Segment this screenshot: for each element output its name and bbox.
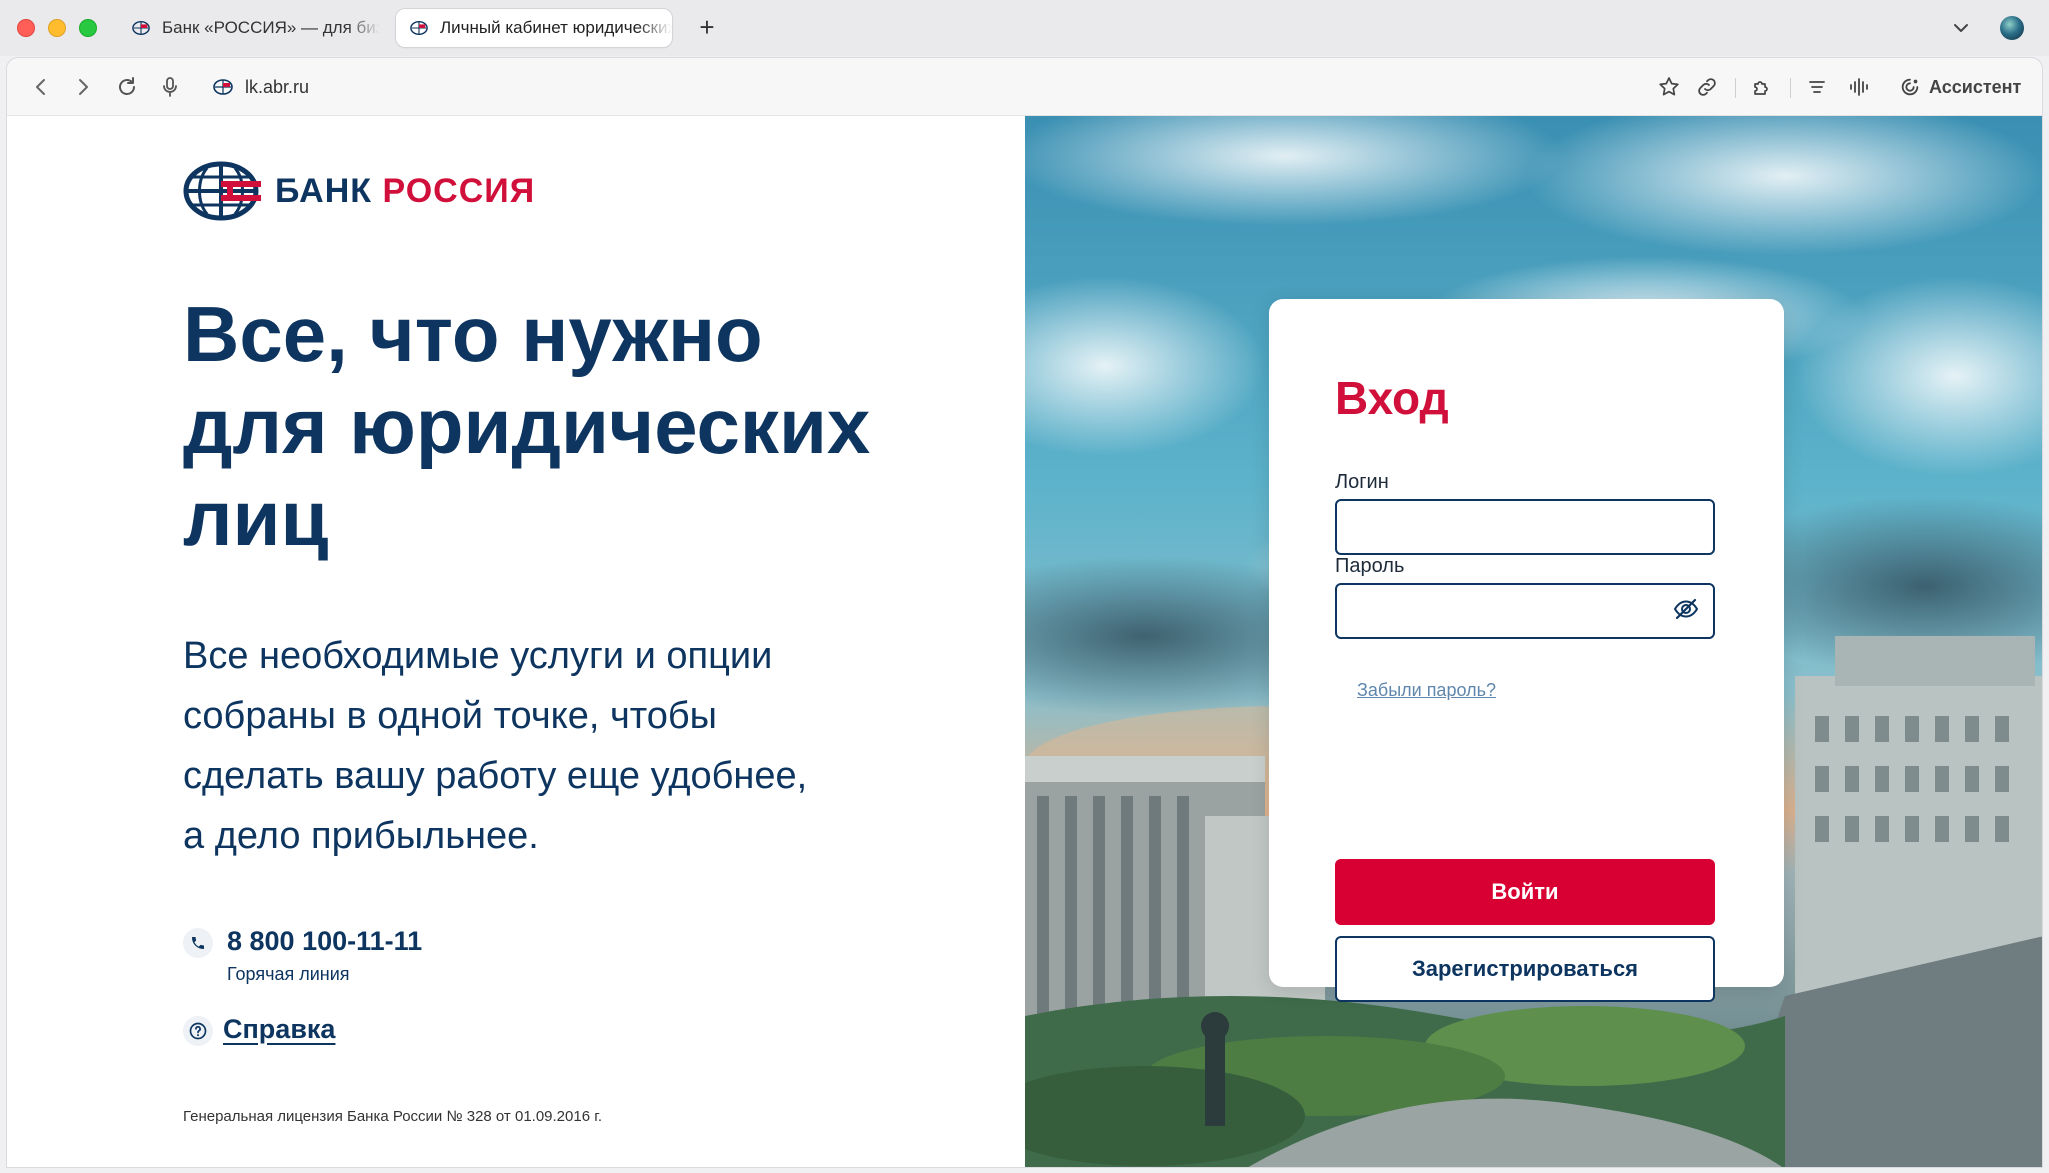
phone-icon	[183, 928, 213, 958]
help-icon	[183, 1016, 213, 1046]
voice-icon[interactable]	[1847, 75, 1871, 99]
minimize-window-button[interactable]	[48, 19, 66, 37]
login-input[interactable]	[1335, 499, 1715, 555]
bank-name-part1: БАНК	[275, 171, 373, 210]
bookmark-star-icon[interactable]	[1657, 75, 1681, 99]
toolbar-separator	[1790, 78, 1791, 98]
chevron-down-icon[interactable]	[1950, 17, 1972, 39]
web-page: БАНК РОССИЯ Все, что нужно для юридическ…	[6, 115, 2043, 1168]
password-label: Пароль	[1335, 555, 1405, 577]
login-button[interactable]: Войти	[1335, 859, 1715, 925]
forward-icon[interactable]	[71, 75, 95, 99]
headline-line: лиц	[183, 474, 329, 562]
bank-name: БАНК РОССИЯ	[275, 172, 535, 211]
headline-line: Все, что нужно	[183, 290, 763, 378]
bank-logo[interactable]: БАНК РОССИЯ	[183, 160, 535, 222]
new-tab-button[interactable]: +	[692, 13, 722, 43]
site-favicon-icon	[213, 79, 233, 95]
login-panel: Вход Логин Пароль Забыли пароль? Войти З…	[1025, 116, 2042, 1167]
lead-line: а дело прибыльнее.	[183, 815, 539, 857]
register-button[interactable]: Зарегистрироваться	[1335, 936, 1715, 1002]
login-card: Вход Логин Пароль Забыли пароль? Войти З…	[1269, 299, 1784, 1002]
help-link[interactable]: Справка	[223, 1014, 335, 1045]
login-label: Логин	[1335, 471, 1389, 493]
maximize-window-button[interactable]	[79, 19, 97, 37]
password-input[interactable]	[1335, 583, 1715, 639]
bank-globe-logo-icon	[183, 161, 261, 221]
extensions-icon[interactable]	[1750, 75, 1774, 99]
bank-favicon-icon	[410, 20, 428, 36]
login-title: Вход	[1335, 372, 1449, 424]
tab-bar: Банк «РОССИЯ» — для бизнеса Личный кабин…	[0, 0, 2049, 56]
link-icon[interactable]	[1695, 75, 1719, 99]
close-window-button[interactable]	[17, 19, 35, 37]
toolbar-separator	[1735, 78, 1736, 98]
page-headline: Все, что нужно для юридических лиц	[183, 288, 883, 564]
back-icon[interactable]	[29, 75, 53, 99]
tab-title: Банк «РОССИЯ» — для бизнеса	[162, 18, 380, 37]
assistant-button[interactable]: Ассистент	[1899, 72, 2021, 102]
profile-avatar[interactable]	[2000, 16, 2024, 40]
page-lead: Все необходимые услуги и опции собраны в…	[183, 626, 883, 866]
info-panel: БАНК РОССИЯ Все, что нужно для юридическ…	[7, 116, 1025, 1167]
reader-icon[interactable]	[1805, 75, 1829, 99]
lead-line: Все необходимые услуги и опции	[183, 635, 773, 677]
hotline-caption: Горячая линия	[227, 964, 350, 984]
assistant-icon	[1901, 78, 1919, 96]
tab-bank-business[interactable]: Банк «РОССИЯ» — для бизнеса	[118, 9, 380, 47]
forgot-password-link[interactable]: Забыли пароль?	[1357, 680, 1496, 701]
browser-window: Банк «РОССИЯ» — для бизнеса Личный кабин…	[0, 0, 2049, 1173]
bank-name-part2: РОССИЯ	[382, 171, 536, 210]
tab-title: Личный кабинет юридических лиц	[440, 18, 672, 37]
microphone-icon[interactable]	[158, 75, 182, 99]
headline-line: для юридических	[183, 382, 871, 470]
tab-personal-account[interactable]: Личный кабинет юридических лиц	[396, 9, 672, 47]
url-text: lk.abr.ru	[245, 76, 310, 97]
hotline-phone[interactable]: 8 800 100-11-11	[227, 926, 422, 957]
eye-hidden-icon[interactable]	[1673, 596, 1699, 622]
address-bar[interactable]: lk.abr.ru	[213, 73, 309, 101]
reload-icon[interactable]	[115, 75, 139, 99]
bank-favicon-icon	[132, 20, 150, 36]
license-text: Генеральная лицензия Банка России № 328 …	[183, 1108, 603, 1125]
address-toolbar: lk.abr.ru Ассистент	[6, 57, 2043, 115]
lead-line: сделать вашу работу еще удобнее,	[183, 755, 808, 797]
lead-line: собраны в одной точке, чтобы	[183, 695, 717, 737]
assistant-label: Ассистент	[1929, 76, 2022, 97]
